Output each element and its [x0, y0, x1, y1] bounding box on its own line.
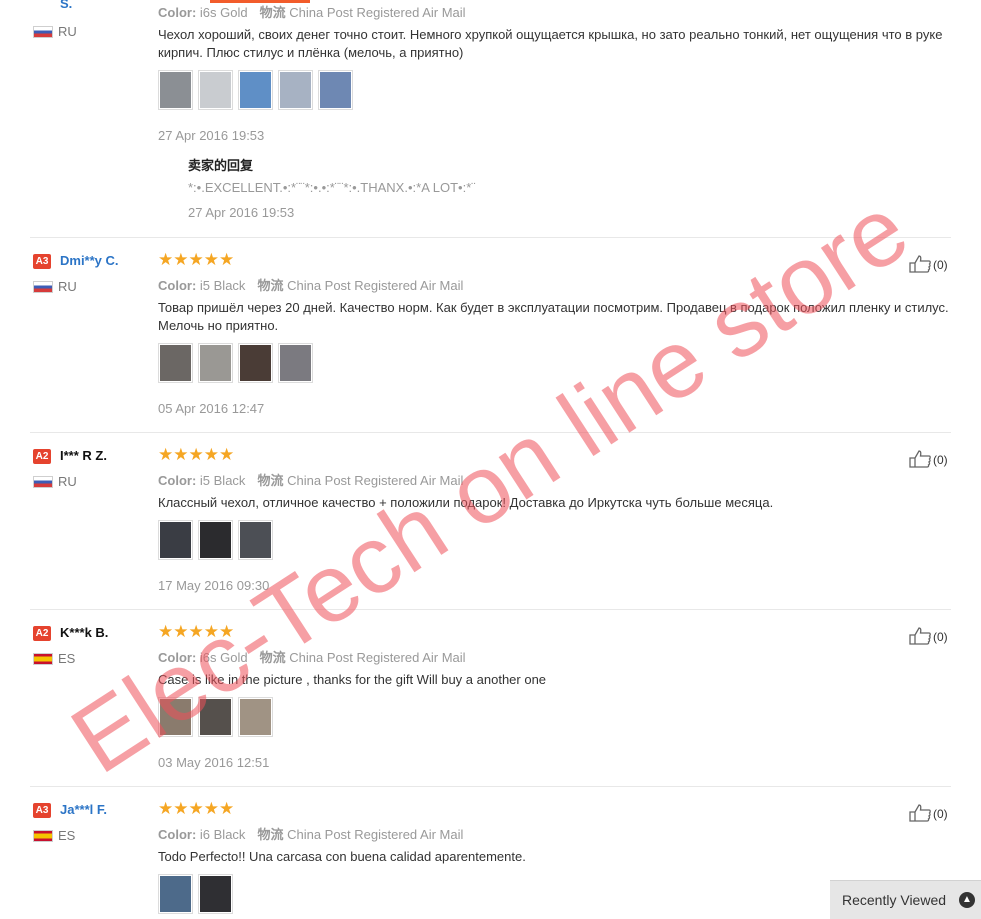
review-photo-thumb[interactable] — [318, 70, 353, 110]
review-photos — [158, 697, 278, 741]
reviewer-name[interactable]: Dmi**y C. — [60, 253, 119, 268]
review-photo-thumb[interactable] — [198, 70, 233, 110]
helpful-button[interactable]: (0) — [909, 450, 948, 468]
review-photo-thumb[interactable] — [158, 520, 193, 560]
review-divider — [30, 237, 951, 238]
recently-viewed-label: Recently Viewed — [842, 892, 947, 908]
reviewer-country: RU — [58, 279, 77, 294]
review-text: Case is like in the picture , thanks for… — [158, 672, 547, 687]
review-photo-thumb[interactable] — [158, 343, 193, 383]
review-divider — [30, 432, 951, 433]
review-meta: Color: i6s Gold 物流 China Post Registered … — [158, 650, 466, 665]
reviewer-country: ES — [58, 828, 76, 843]
rating-stars: ★★★★★ — [158, 799, 235, 818]
review-meta: Color: i5 Black 物流 China Post Registered … — [158, 278, 464, 293]
review-photo-thumb[interactable] — [278, 343, 313, 383]
country-flag-icon — [33, 26, 53, 38]
reviewer-name[interactable]: S. — [60, 0, 72, 11]
seller-reply-date: 27 Apr 2016 19:53 — [188, 205, 295, 220]
buyer-level-badge: A2 — [33, 626, 51, 641]
review-meta: Color: i6 Black 物流 China Post Registered … — [158, 827, 464, 842]
buyer-level-badge: A2 — [33, 449, 51, 464]
thumbs-up-icon — [909, 450, 931, 468]
review-photo-thumb[interactable] — [198, 697, 233, 737]
review-photos — [158, 874, 238, 918]
review-photo-thumb[interactable] — [158, 70, 193, 110]
thumbs-up-icon — [909, 804, 931, 822]
thumbs-up-icon — [909, 627, 931, 645]
review-photo-thumb[interactable] — [158, 874, 193, 914]
reviewer-name[interactable]: Ja***l F. — [60, 802, 107, 817]
thumbs-up-icon — [909, 255, 931, 273]
review-photo-thumb[interactable] — [198, 343, 233, 383]
review-photos — [158, 343, 318, 387]
recently-viewed-button[interactable]: Recently Viewed ▲ — [830, 880, 981, 919]
review-text: Чехол хороший, своих денег точно стоит. … — [158, 27, 943, 60]
helpful-button[interactable]: (0) — [909, 804, 948, 822]
review-photos — [158, 520, 278, 564]
review-photo-thumb[interactable] — [238, 343, 273, 383]
country-flag-icon — [33, 830, 53, 842]
review-divider — [30, 786, 951, 787]
country-flag-icon — [33, 653, 53, 665]
review-text: Товар пришёл через 20 дней. Качество нор… — [158, 300, 949, 333]
rating-stars: ★★★★★ — [158, 445, 235, 464]
chevron-up-icon: ▲ — [959, 892, 975, 908]
reviewer-country: ES — [58, 651, 76, 666]
seller-reply-text: *:•.EXCELLENT.•:*¨¨*:•.•:*¨¨*:•.THANX.•:… — [188, 180, 476, 195]
helpful-button[interactable]: (0) — [909, 255, 948, 273]
review-date: 27 Apr 2016 19:53 — [158, 128, 265, 143]
rating-stars: ★★★★★ — [158, 622, 235, 641]
helpful-button[interactable]: (0) — [909, 627, 948, 645]
reviewer-country: RU — [58, 474, 77, 489]
country-flag-icon — [33, 476, 53, 488]
review-photo-thumb[interactable] — [278, 70, 313, 110]
review-photo-thumb[interactable] — [198, 874, 233, 914]
top-border — [0, 0, 981, 3]
review-photo-thumb[interactable] — [198, 520, 233, 560]
buyer-level-badge: A3 — [33, 803, 51, 818]
reviewer-name[interactable]: K***k B. — [60, 625, 108, 640]
review-text: Todo Perfecto!! Una carcasa con buena ca… — [158, 849, 526, 864]
review-photo-thumb[interactable] — [238, 520, 273, 560]
country-flag-icon — [33, 281, 53, 293]
buyer-level-badge: A3 — [33, 254, 51, 269]
review-text: Классный чехол, отличное качество + поло… — [158, 495, 774, 510]
review-photo-thumb[interactable] — [238, 697, 273, 737]
reviewer-country: RU — [58, 24, 77, 39]
reviewer-name[interactable]: I*** R Z. — [60, 448, 107, 463]
rating-stars: ★★★★★ — [158, 250, 235, 269]
seller-reply-title: 卖家的回复 — [188, 158, 254, 173]
review-date: 17 May 2016 09:30 — [158, 578, 270, 593]
review-divider — [30, 609, 951, 610]
review-photos — [158, 70, 358, 114]
review-meta: Color: i5 Black 物流 China Post Registered … — [158, 473, 464, 488]
review-meta: Color: i6s Gold 物流 China Post Registered … — [158, 5, 466, 20]
review-date: 03 May 2016 12:51 — [158, 755, 270, 770]
review-date: 05 Apr 2016 12:47 — [158, 401, 265, 416]
review-photo-thumb[interactable] — [238, 70, 273, 110]
review-photo-thumb[interactable] — [158, 697, 193, 737]
